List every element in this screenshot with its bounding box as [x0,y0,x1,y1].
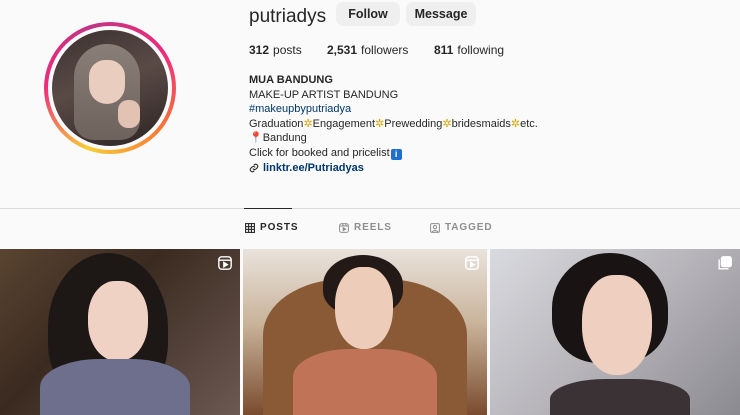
post-thumbnail[interactable] [490,249,740,415]
bee-icon: ✲ [375,116,385,130]
link-text: linktr.ee/Putriadyas [263,161,364,174]
following-count: 811 [434,43,454,57]
service-etc: etc. [520,117,538,130]
cta-text: Click for booked and pricelist [249,146,390,159]
post-thumbnail[interactable] [243,249,487,415]
avatar-frame [48,26,172,150]
portrait-face [88,281,148,361]
tab-posts[interactable]: POSTS [245,222,298,233]
portrait-body [40,359,190,415]
tagged-icon [430,222,440,233]
username: putriadys [249,6,327,27]
portrait-body [293,349,437,415]
bio-name: MUA BANDUNG [249,74,333,86]
profile-bio: MUA BANDUNG MAKE-UP ARTIST BANDUNG #make… [249,73,538,175]
bio-cta: Click for booked and pricelist i [249,146,538,161]
tab-tagged[interactable]: TAGGED [430,222,492,233]
active-tab-indicator [244,208,292,209]
following-label: following [457,43,505,57]
tab-tagged-label: TAGGED [445,222,493,233]
profile-stats: 312 posts 2,531 followers 811 following [249,43,504,57]
profile-avatar-ring[interactable] [44,22,176,154]
bee-icon: ✲ [303,116,313,130]
reels-icon [465,256,479,270]
tab-reels[interactable]: REELS [339,222,392,233]
post-thumbnail[interactable] [0,249,240,415]
followers-stat[interactable]: 2,531 followers [327,43,434,57]
service-prewedding: Prewedding [384,117,443,130]
profile-tabs: POSTS REELS TAGGED [0,222,740,238]
tab-posts-label: POSTS [260,222,299,233]
avatar-face [89,60,125,104]
bio-link[interactable]: linktr.ee/Putriadyas [249,161,538,176]
link-icon [249,163,259,173]
posts-label: posts [273,43,302,57]
posts-count: 312 [249,43,270,57]
portrait-body [550,379,690,415]
avatar-hand [118,100,140,128]
bee-icon: ✲ [510,116,521,130]
location-text: Bandung [262,132,307,145]
service-bridesmaids: bridesmaids [451,117,511,130]
tab-reels-label: REELS [354,222,392,233]
reels-icon [218,256,232,270]
portrait-face [335,267,393,349]
followers-count: 2,531 [327,43,358,57]
bio-hashtag[interactable]: #makeupbyputriadya [249,102,538,117]
followers-label: followers [361,43,409,57]
bio-services: Graduation✲Engagement✲Prewedding✲bridesm… [249,117,538,132]
information-icon: i [390,148,402,160]
pin-icon: 📍 [249,131,263,145]
carousel-icon [718,256,732,270]
following-stat[interactable]: 811 following [434,43,504,57]
bio-location: 📍Bandung [249,131,538,146]
follow-button[interactable]: Follow [336,2,400,26]
avatar[interactable] [52,30,168,146]
portrait-face [582,275,652,375]
bee-icon: ✲ [442,116,452,130]
service-engagement: Engagement [312,117,376,130]
bio-line: MAKE-UP ARTIST BANDUNG [249,88,399,101]
tabs-divider [0,208,740,209]
grid-icon [245,222,255,233]
service-graduation: Graduation [249,117,304,130]
posts-stat: 312 posts [249,43,327,57]
message-button[interactable]: Message [406,2,476,26]
reels-icon [339,222,349,233]
